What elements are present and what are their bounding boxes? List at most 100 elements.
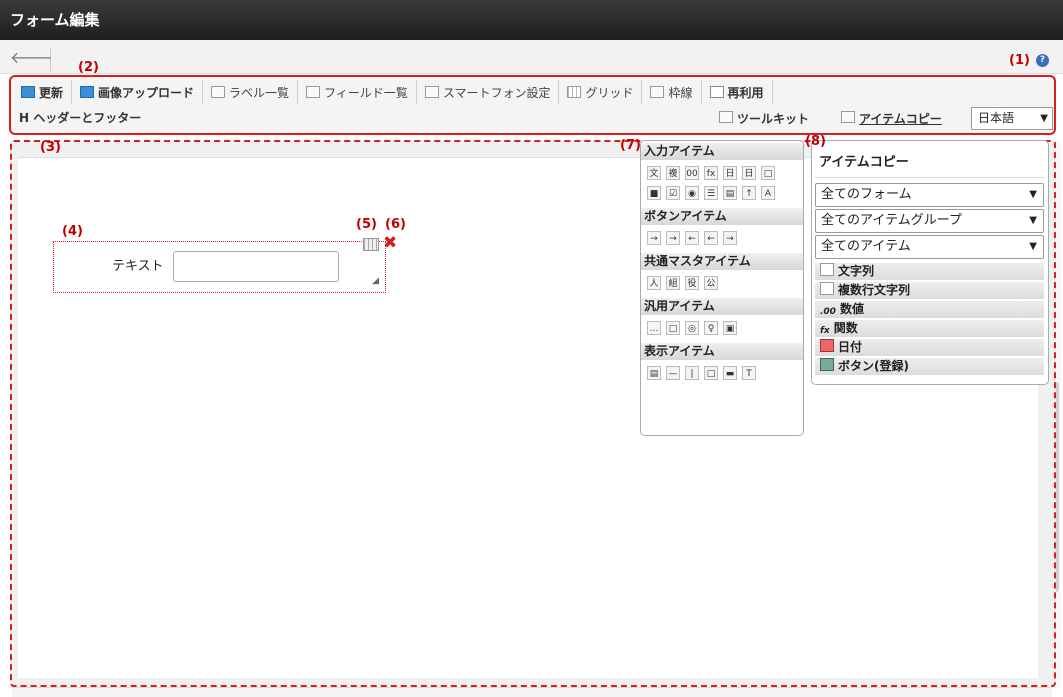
annotation-8: (8) bbox=[805, 134, 826, 149]
palette-button-icons: → → ← ← → bbox=[641, 225, 803, 251]
number-item-icon[interactable]: 00 bbox=[685, 166, 699, 180]
forward-button-icon[interactable]: → bbox=[666, 231, 680, 245]
annotation-1: (1) bbox=[1009, 53, 1030, 68]
item-copy-title: アイテムコピー bbox=[819, 155, 909, 170]
chevron-down-icon: ▼ bbox=[1029, 189, 1037, 200]
button-icon bbox=[820, 358, 834, 371]
copy-item-date[interactable]: 日付 bbox=[815, 339, 1044, 356]
organization-icon[interactable]: 組 bbox=[666, 276, 680, 290]
nav-bar: 🡐 ? bbox=[0, 40, 1063, 74]
toolbar: 更新 画像アップロード ラベル一覧 フィールド一覧 スマートフォン設定 グリッド… bbox=[9, 75, 1056, 135]
toolbar-row-2: H ヘッダーとフッター ツールキット アイテムコピー 日本語 ▼ bbox=[13, 106, 1053, 132]
update-button[interactable]: 更新 bbox=[13, 80, 73, 104]
image-icon[interactable]: ▣ bbox=[723, 321, 737, 335]
divider bbox=[815, 177, 1045, 178]
form-item-text-field[interactable] bbox=[173, 251, 339, 282]
camera-icon[interactable]: ◎ bbox=[685, 321, 699, 335]
border-button[interactable]: 枠線 bbox=[642, 80, 702, 104]
listbox-item-icon[interactable]: ▤ bbox=[723, 186, 737, 200]
string-icon bbox=[820, 263, 834, 276]
palette-master-icons: 人組役公 bbox=[641, 270, 803, 296]
label-icon[interactable]: ▤ bbox=[647, 366, 661, 380]
help-icon[interactable]: ? bbox=[1036, 54, 1049, 67]
richtext-item-icon[interactable]: A bbox=[761, 186, 775, 200]
palette-section-display: 表示アイテム bbox=[641, 343, 803, 360]
copy-item-button[interactable]: ボタン(登録) bbox=[815, 358, 1044, 375]
multiline-item-icon[interactable]: 複 bbox=[666, 166, 680, 180]
image-upload-icon bbox=[80, 86, 95, 98]
item-group-select[interactable]: 全てのアイテムグループ ▼ bbox=[815, 209, 1044, 233]
grid-button[interactable]: グリッド bbox=[559, 80, 643, 104]
user-icon[interactable]: 人 bbox=[647, 276, 661, 290]
pulldown-item-icon[interactable]: ☰ bbox=[704, 186, 718, 200]
number-icon: .00 bbox=[820, 307, 836, 317]
field-list-button[interactable]: フィールド一覧 bbox=[298, 80, 417, 104]
grid-icon bbox=[567, 86, 582, 98]
palette-section-input: 入力アイテム bbox=[641, 143, 803, 160]
header-footer-button[interactable]: H ヘッダーとフッター bbox=[19, 109, 141, 126]
chevron-down-icon: ▼ bbox=[1029, 215, 1037, 226]
horizontal-line-icon[interactable]: — bbox=[666, 366, 680, 380]
language-select[interactable]: 日本語 ▼ bbox=[971, 107, 1053, 130]
copy-item-function[interactable]: fx 関数 bbox=[815, 320, 1044, 337]
radio-item-icon[interactable]: ◉ bbox=[685, 186, 699, 200]
file-upload-item-icon[interactable]: ↑ bbox=[742, 186, 756, 200]
smartphone-settings-button[interactable]: スマートフォン設定 bbox=[417, 80, 560, 104]
copy-item-multiline[interactable]: 複数行文字列 bbox=[815, 282, 1044, 299]
palette-section-button: ボタンアイテム bbox=[641, 208, 803, 225]
resize-handle-icon[interactable]: ◢ bbox=[372, 276, 379, 286]
lightbulb-icon[interactable]: ♀ bbox=[704, 321, 718, 335]
item-copy-button[interactable]: アイテムコピー bbox=[841, 110, 942, 127]
annotation-6: (6) bbox=[385, 217, 406, 232]
properties-icon[interactable] bbox=[363, 238, 379, 251]
annotation-3: (3) bbox=[40, 140, 61, 155]
calendar-icon bbox=[820, 339, 834, 352]
form-select[interactable]: 全てのフォーム ▼ bbox=[815, 183, 1044, 207]
function-item-icon[interactable]: fx bbox=[704, 166, 718, 180]
border-icon bbox=[650, 86, 665, 98]
chevron-down-icon: ▼ bbox=[1040, 113, 1048, 124]
copy-item-number[interactable]: .00 数値 bbox=[815, 301, 1044, 318]
list-item-icon[interactable]: ■ bbox=[647, 186, 661, 200]
back-button-icon[interactable]: ← bbox=[685, 231, 699, 245]
copy-item-string[interactable]: 文字列 bbox=[815, 263, 1044, 280]
toolkit-button[interactable]: ツールキット bbox=[719, 110, 809, 127]
dotted-line-icon[interactable]: … bbox=[647, 321, 661, 335]
public-group-icon[interactable]: 公 bbox=[704, 276, 718, 290]
frame-icon[interactable]: □ bbox=[704, 366, 718, 380]
toolbox-icon bbox=[719, 111, 733, 123]
palette-display-icons: ▤ — | □ ▬ T bbox=[641, 360, 803, 386]
reuse-button[interactable]: 再利用 bbox=[702, 80, 773, 104]
datetime-item-icon[interactable]: 日 bbox=[742, 166, 756, 180]
role-icon[interactable]: 役 bbox=[685, 276, 699, 290]
toolbar-row-1: 更新 画像アップロード ラベル一覧 フィールド一覧 スマートフォン設定 グリッド… bbox=[13, 79, 773, 105]
image-upload-button[interactable]: 画像アップロード bbox=[72, 80, 204, 104]
vertical-line-icon[interactable]: | bbox=[685, 366, 699, 380]
palette-section-master: 共通マスタアイテム bbox=[641, 253, 803, 270]
item-select[interactable]: 全てのアイテム ▼ bbox=[815, 235, 1044, 259]
back-button[interactable]: 🡐 bbox=[10, 47, 53, 71]
checkbox-item-icon[interactable]: ☑ bbox=[666, 186, 680, 200]
text-form-item[interactable]: テキスト ◢ bbox=[53, 241, 386, 293]
title-bar: フォーム編集 bbox=[0, 0, 1063, 40]
list-icon bbox=[211, 86, 226, 98]
arrow-left-icon: 🡐 bbox=[10, 48, 53, 67]
string-item-icon[interactable]: 文 bbox=[647, 166, 661, 180]
submit-button-icon[interactable]: → bbox=[723, 231, 737, 245]
refresh-icon bbox=[21, 86, 35, 98]
annotation-2: (2) bbox=[78, 60, 99, 75]
item-palette: 入力アイテム 文複 00 fx 日日 □ ■ ☑ ◉ ☰ ▤ ↑ A ボタンアイテム → → ← ← → 共通… bbox=[640, 140, 804, 436]
label-list-button[interactable]: ラベル一覧 bbox=[203, 80, 299, 104]
register-button-icon[interactable]: → bbox=[647, 231, 661, 245]
palette-input-icons: 文複 00 fx 日日 □ ■ ☑ ◉ ☰ ▤ ↑ A bbox=[641, 160, 803, 206]
picture-icon[interactable]: ▬ bbox=[723, 366, 737, 380]
list-icon bbox=[306, 86, 321, 98]
return-button-icon[interactable]: ← bbox=[704, 231, 718, 245]
annotation-5: (5) bbox=[356, 217, 377, 232]
select-item-icon[interactable]: □ bbox=[761, 166, 775, 180]
date-item-icon[interactable]: 日 bbox=[723, 166, 737, 180]
document-icon[interactable]: □ bbox=[666, 321, 680, 335]
text-icon[interactable]: T bbox=[742, 366, 756, 380]
delete-icon[interactable]: ✖ bbox=[383, 233, 397, 253]
palette-general-icons: … □ ◎ ♀ ▣ bbox=[641, 315, 803, 341]
